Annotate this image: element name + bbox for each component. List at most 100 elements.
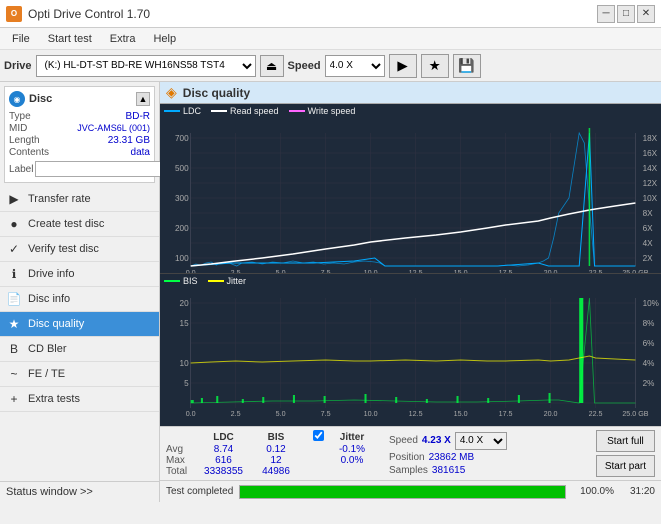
status-window-btn[interactable]: Status window >> [0,481,159,502]
position-label: Position [389,452,425,463]
svg-text:2.5: 2.5 [231,270,241,273]
speed-val: 4.23 X [422,435,451,446]
menu-starttest[interactable]: Start test [40,31,100,47]
avg-jitter: -0.1% [327,444,377,455]
sidebar-item-verify-test-disc[interactable]: ✓ Verify test disc [0,237,159,262]
top-legend: LDC Read speed Write speed [160,104,661,118]
start-test-icon-btn[interactable]: ▶ [389,54,417,78]
sidebar-item-transfer-rate[interactable]: ▶ Transfer rate [0,187,159,212]
drive-toolbar: Drive (K:) HL-DT-ST BD-RE WH16NS58 TST4 … [0,50,661,82]
maximize-button[interactable]: □ [617,5,635,23]
svg-text:8X: 8X [643,209,654,218]
bottom-legend: BIS Jitter [160,274,661,288]
menu-help[interactable]: Help [145,31,184,47]
drive-select[interactable]: (K:) HL-DT-ST BD-RE WH16NS58 TST4 [36,55,256,77]
svg-text:25.0 GB: 25.0 GB [622,411,648,418]
transfer-rate-icon: ▶ [6,191,22,207]
svg-text:15.0: 15.0 [454,270,468,273]
minimize-button[interactable]: ─ [597,5,615,23]
disc-quality-btn[interactable]: ★ [421,54,449,78]
bis-legend-color [164,280,180,282]
menu-file[interactable]: File [4,31,38,47]
sidebar-item-label: CD Bler [28,343,67,355]
total-label: Total [166,466,196,477]
disc-icon: ◉ [9,91,25,107]
sidebar-item-disc-info[interactable]: 📄 Disc info [0,287,159,312]
sidebar-item-extra-tests[interactable]: + Extra tests [0,387,159,412]
app-title: Opti Drive Control 1.70 [28,7,150,21]
svg-text:7.5: 7.5 [321,411,331,418]
drive-info-icon: ℹ [6,266,22,282]
sidebar-item-label: Extra tests [28,393,80,405]
write-speed-legend-color [289,110,305,112]
position-row: Position 23862 MB [389,452,507,463]
max-ldc: 616 [196,455,251,466]
svg-text:500: 500 [175,164,189,173]
disc-type-value: BD-R [126,111,150,122]
save-btn[interactable]: 💾 [453,54,481,78]
svg-text:4X: 4X [643,239,654,248]
svg-text:7.5: 7.5 [321,270,331,273]
speed-dropdown[interactable]: 4.0 X [455,432,507,450]
disc-contents-field: Contents data [9,147,150,158]
svg-text:100: 100 [175,254,189,263]
disc-header: ◉ Disc ▲ [9,91,150,107]
svg-text:18X: 18X [643,134,658,143]
menu-extra[interactable]: Extra [102,31,144,47]
sidebar-item-label: Drive info [28,268,74,280]
legend-write-speed: Write speed [289,106,356,116]
legend-bis: BIS [164,276,198,286]
legend-read-speed: Read speed [211,106,279,116]
disc-label-input[interactable] [35,161,173,177]
bis-header: BIS [251,430,301,444]
sidebar-item-cd-bler[interactable]: B CD Bler [0,337,159,362]
position-val: 23862 MB [429,452,475,463]
svg-text:17.5: 17.5 [499,270,513,273]
disc-expand-btn[interactable]: ▲ [136,92,150,106]
disc-length-field: Length 23.31 GB [9,135,150,146]
start-part-button[interactable]: Start part [596,455,655,477]
progress-bar-inner [240,486,565,498]
chart-area: ◈ Disc quality LDC Read speed [160,82,661,502]
sidebar-item-label: Transfer rate [28,193,91,205]
disc-type-field: Type BD-R [9,111,150,122]
svg-text:12X: 12X [643,179,658,188]
svg-text:10.0: 10.0 [364,411,378,418]
top-chart-section: LDC Read speed Write speed [160,104,661,274]
read-speed-legend-color [211,110,227,112]
start-full-button[interactable]: Start full [596,430,655,452]
sidebar: ◉ Disc ▲ Type BD-R MID JVC-AMS6L (001) L… [0,82,160,502]
svg-text:8%: 8% [643,319,655,328]
jitter-checkbox[interactable] [313,430,324,441]
svg-text:5.0: 5.0 [276,270,286,273]
speed-select[interactable]: 4.0 X [325,55,385,77]
progress-time: 31:20 [620,486,655,497]
verify-disc-icon: ✓ [6,241,22,257]
svg-text:15.0: 15.0 [454,411,468,418]
sidebar-item-disc-quality[interactable]: ★ Disc quality [0,312,159,337]
sidebar-item-drive-info[interactable]: ℹ Drive info [0,262,159,287]
create-disc-icon: ● [6,216,22,232]
sidebar-item-label: Create test disc [28,218,104,230]
sidebar-item-fe-te[interactable]: ~ FE / TE [0,362,159,387]
titlebar: O Opti Drive Control 1.70 ─ □ ✕ [0,0,661,28]
drive-label: Drive [4,60,32,72]
avg-label: Avg [166,444,196,455]
eject-button[interactable]: ⏏ [260,55,284,77]
bottom-chart-svg: 20 15 10 5 10% 8% 6% 4% 2% [160,288,661,418]
svg-text:12.5: 12.5 [409,270,423,273]
svg-text:17.5: 17.5 [499,411,513,418]
progress-bar-outer [239,485,566,499]
max-bis: 12 [251,455,301,466]
progress-bar-container: Test completed 100.0% 31:20 [160,480,661,502]
status-text: Test completed [166,486,233,497]
cd-bler-icon: B [6,341,22,357]
sidebar-item-create-test-disc[interactable]: ● Create test disc [0,212,159,237]
speed-label: Speed [288,60,321,72]
charts-container: LDC Read speed Write speed [160,104,661,426]
chart-header: ◈ Disc quality [160,82,661,104]
svg-text:0.0: 0.0 [186,411,196,418]
svg-text:10: 10 [180,359,190,368]
close-button[interactable]: ✕ [637,5,655,23]
avg-bis: 0.12 [251,444,301,455]
